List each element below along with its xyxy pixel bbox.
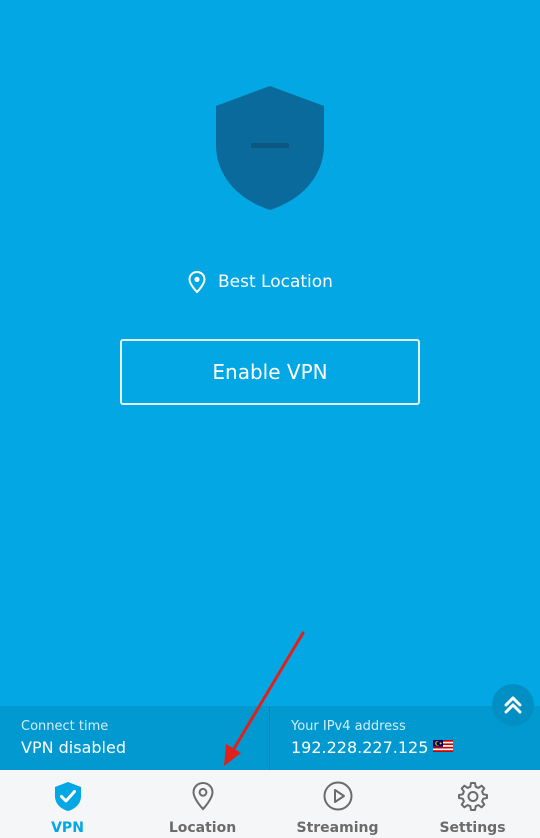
connect-time-panel: Connect time VPN disabled — [0, 706, 270, 770]
location-pin-icon — [188, 271, 206, 293]
gear-icon — [457, 782, 488, 811]
double-chevron-up-icon — [504, 696, 522, 714]
location-label: Best Location — [218, 272, 333, 292]
shield-status-icon — [216, 86, 324, 210]
vpn-shield-check-icon — [54, 782, 81, 811]
nav-tab-location[interactable]: Location — [135, 770, 270, 838]
nav-tab-settings[interactable]: Settings — [405, 770, 540, 838]
nav-label-location: Location — [168, 820, 237, 836]
connection-info-bar: Connect time VPN disabled Your IPv4 addr… — [0, 706, 540, 770]
vpn-home-screen: Best Location Enable VPN Connect time VP… — [0, 0, 540, 838]
connect-time-label: Connect time — [21, 719, 109, 734]
location-pin-icon — [191, 781, 214, 811]
connect-time-value: VPN disabled — [21, 738, 126, 757]
nav-label-settings: Settings — [439, 820, 506, 836]
bottom-navigation: VPN Location Streaming Settings — [0, 770, 540, 838]
expand-details-button[interactable] — [492, 684, 534, 726]
ip-address-value: 192.228.227.125 — [291, 738, 429, 757]
malaysia-flag-icon — [433, 740, 453, 752]
enable-vpn-button[interactable]: Enable VPN — [120, 339, 420, 405]
nav-label-streaming: Streaming — [296, 820, 379, 836]
nav-label-vpn: VPN — [51, 820, 84, 836]
nav-tab-streaming[interactable]: Streaming — [270, 770, 405, 838]
play-circle-icon — [323, 781, 352, 811]
selected-location[interactable]: Best Location — [188, 268, 333, 296]
nav-tab-vpn[interactable]: VPN — [0, 770, 135, 838]
